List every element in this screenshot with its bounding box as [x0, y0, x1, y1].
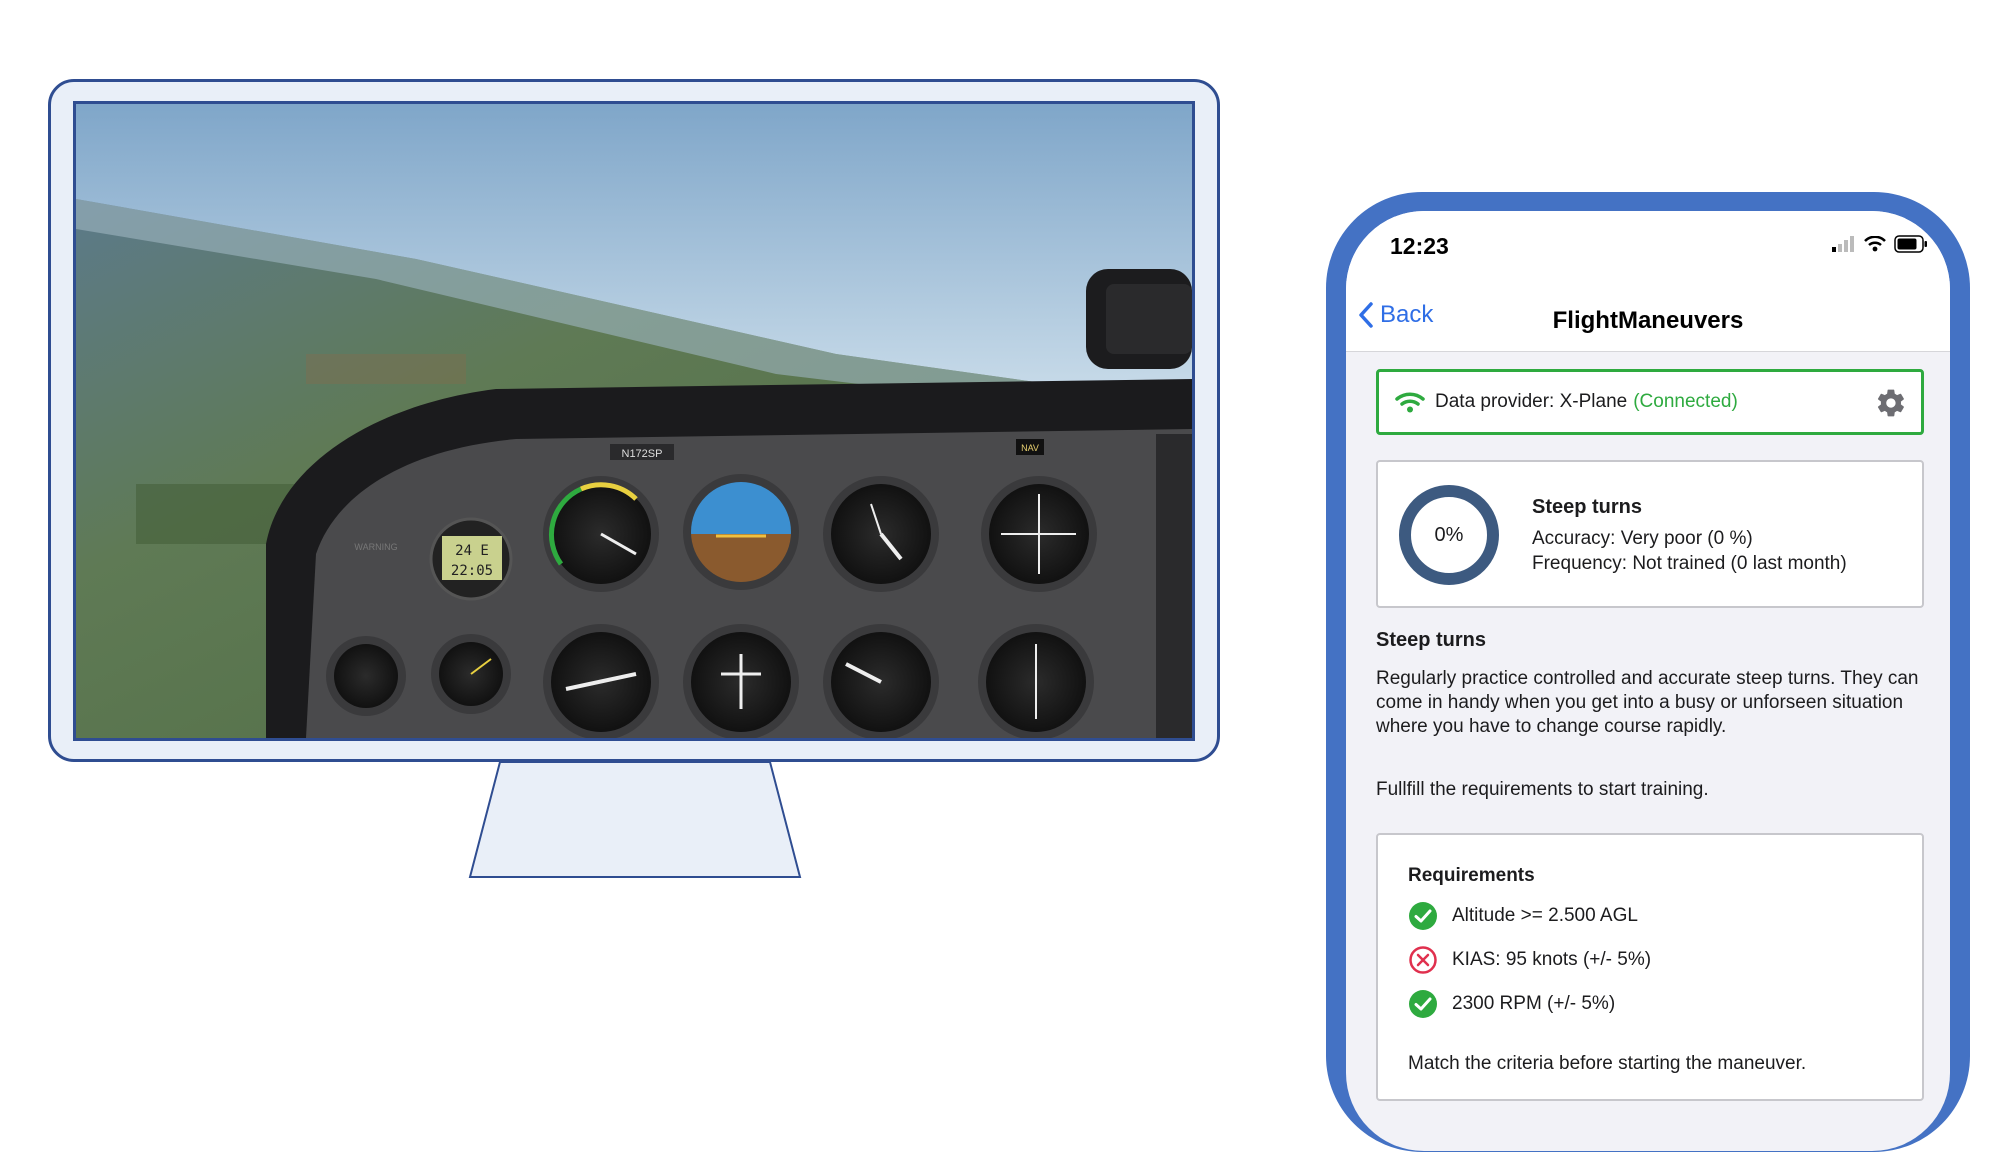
turn-coordinator	[543, 624, 659, 738]
requirement-item: KIAS: 95 knots (+/- 5%)	[1408, 945, 1651, 975]
stats-title: Steep turns	[1532, 496, 1643, 518]
gear-icon[interactable]	[1875, 387, 1907, 419]
vor-gauge-2	[978, 624, 1094, 738]
provider-label: Data provider: X-Plane	[1435, 391, 1628, 412]
navigation-bar: Back FlightManeuvers	[1346, 291, 1950, 352]
section-title: Steep turns	[1376, 629, 1487, 651]
altimeter-gauge	[823, 476, 939, 592]
battery-icon	[1894, 235, 1927, 253]
wifi-icon	[1395, 392, 1425, 413]
accuracy-text: Accuracy: Very poor (0 %)	[1532, 528, 1753, 549]
status-bar: 12:23	[1346, 211, 1950, 291]
requirements-footer: Match the criteria before starting the m…	[1408, 1053, 1807, 1074]
cockpit-view: N172SP NAV WARNING 24 E 22:05	[76, 104, 1192, 738]
requirements-hint: Fullfill the requirements to start train…	[1376, 779, 1709, 800]
error-circle-icon	[1409, 946, 1437, 974]
wifi-icon	[1864, 236, 1886, 252]
simulator-screen: N172SP NAV WARNING 24 E 22:05	[73, 101, 1195, 741]
clock-bottom-readout: 22:05	[451, 563, 493, 579]
warning-label: WARNING	[354, 542, 397, 552]
maneuver-stats-card[interactable]: 0% Steep turns Accuracy: Very poor (0 %)…	[1376, 460, 1924, 608]
provider-status: (Connected)	[1633, 391, 1738, 412]
requirements-card: Requirements Altitude >= 2.500 AGL KIAS:…	[1376, 833, 1924, 1101]
cellular-signal-icon	[1832, 236, 1854, 252]
airspeed-gauge	[543, 476, 659, 592]
check-circle-icon	[1409, 990, 1437, 1018]
phone-screen: 12:23 Back FlightManeuvers Data provider…	[1346, 211, 1950, 1151]
requirement-label: Altitude >= 2.500 AGL	[1452, 905, 1638, 926]
heading-indicator	[683, 624, 799, 738]
vor-gauge-1	[981, 476, 1097, 592]
requirement-item: 2300 RPM (+/- 5%)	[1408, 989, 1615, 1019]
requirement-label: KIAS: 95 knots (+/- 5%)	[1452, 949, 1652, 970]
requirements-title: Requirements	[1408, 865, 1535, 886]
tail-number: N172SP	[622, 448, 663, 460]
engine-gauge	[431, 634, 511, 714]
frequency-text: Frequency: Not trained (0 last month)	[1532, 553, 1847, 574]
progress-label: 0%	[1434, 523, 1464, 546]
maneuver-description: Regularly practice controlled and accura…	[1376, 668, 1919, 737]
page-title: FlightManeuvers	[1552, 307, 1744, 334]
fuel-gauge	[326, 636, 406, 716]
data-provider-banner: Data provider: X-Plane (Connected)	[1376, 369, 1924, 435]
nav-label: NAV	[1021, 443, 1039, 453]
clock-top-readout: 24 E	[455, 543, 489, 559]
vsi-gauge	[823, 624, 939, 738]
status-time: 12:23	[1390, 233, 1449, 259]
monitor-stand	[468, 761, 802, 878]
requirement-item: Altitude >= 2.500 AGL	[1408, 901, 1638, 931]
check-circle-icon	[1409, 902, 1437, 930]
requirement-label: 2300 RPM (+/- 5%)	[1452, 993, 1616, 1014]
